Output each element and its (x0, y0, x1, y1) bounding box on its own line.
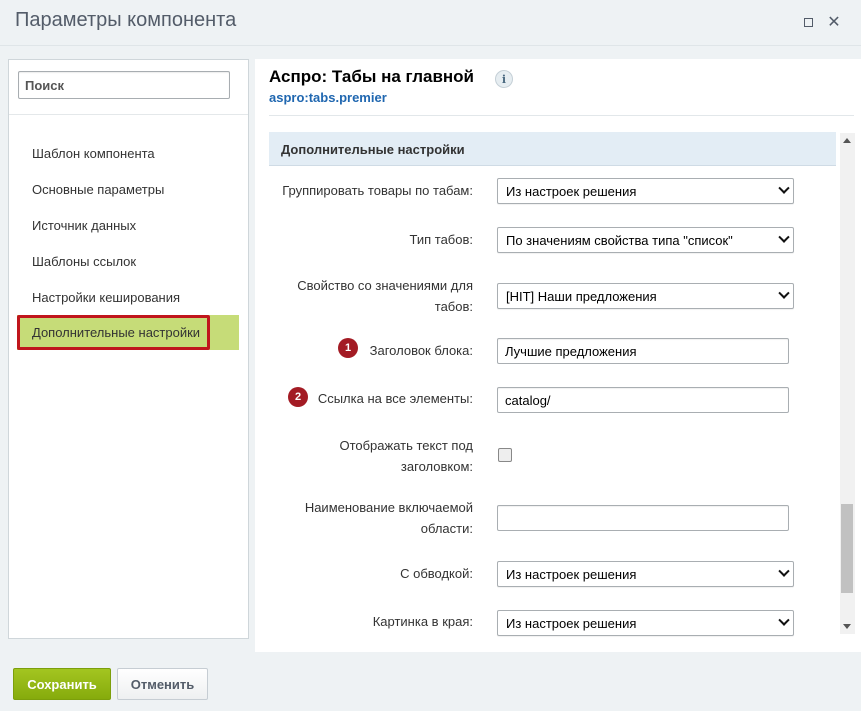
component-code: aspro:tabs.premier (269, 90, 387, 105)
group-by-tabs-select[interactable]: Из настроек решения (497, 178, 794, 204)
border-select[interactable]: Из настроек решения (497, 561, 794, 587)
section-title: Дополнительные настройки (281, 142, 465, 157)
select-value: Из настроек решения (506, 184, 637, 199)
field-label-all-link: Ссылка на все элементы: (317, 391, 473, 406)
field-label-tabs-type: Тип табов: (409, 232, 473, 247)
window-title: Параметры компонента (15, 9, 237, 31)
cancel-button[interactable]: Отменить (117, 668, 208, 700)
divider (269, 115, 854, 116)
chevron-down-icon (778, 565, 790, 577)
field-label-border: С обводкой: (400, 566, 473, 581)
field-label-show-text: Отображать текст под заголовком: (339, 435, 473, 477)
scrollbar[interactable] (840, 133, 855, 634)
include-area-input[interactable] (497, 505, 789, 531)
step-badge-2: 2 (288, 387, 308, 407)
field-label-property: Свойство со значениями для табов: (297, 275, 473, 317)
info-icon[interactable]: i (495, 70, 513, 88)
step-badge-1: 1 (338, 338, 358, 358)
sidebar-item-data-source[interactable]: Источник данных (32, 218, 136, 233)
chevron-down-icon (778, 287, 790, 299)
settings-panel: Аспро: Табы на главной i aspro:tabs.prem… (255, 59, 861, 652)
sidebar-item-template[interactable]: Шаблон компонента (32, 146, 155, 161)
chevron-down-icon (778, 614, 790, 626)
field-label-group-by-tabs: Группировать товары по табам: (282, 183, 473, 198)
footer: Сохранить Отменить (0, 652, 861, 711)
block-title-input[interactable]: Лучшие предложения (497, 338, 789, 364)
scroll-down-arrow-icon[interactable] (843, 624, 851, 629)
field-label-line: Отображать текст под (339, 438, 473, 453)
all-link-input[interactable]: catalog/ (497, 387, 789, 413)
field-label-line: Наименование включаемой (304, 500, 473, 515)
section-header: Дополнительные настройки (269, 132, 836, 166)
field-label-image-edges: Картинка в края: (372, 614, 473, 629)
show-text-checkbox[interactable] (498, 448, 512, 462)
field-label-line: Свойство со значениями для (297, 278, 473, 293)
field-label-block-title: Заголовок блока: (369, 343, 473, 358)
component-title: Аспро: Табы на главной (269, 67, 474, 86)
field-label-include-area: Наименование включаемой области: (305, 497, 473, 539)
field-label-line: области: (420, 521, 473, 536)
image-edges-select[interactable]: Из настроек решения (497, 610, 794, 636)
search-input[interactable] (18, 71, 230, 99)
search-area (9, 60, 248, 115)
field-label-line: заголовком: (400, 459, 473, 474)
sidebar-item-url-templates[interactable]: Шаблоны ссылок (32, 254, 136, 269)
select-value: [HIT] Наши предложения (506, 289, 657, 304)
sidebar-item-caching[interactable]: Настройки кеширования (32, 290, 180, 305)
close-icon[interactable]: ✕ (826, 14, 842, 31)
sidebar-item-main-params[interactable]: Основные параметры (32, 182, 164, 197)
sidebar: Шаблон компонента Основные параметры Ист… (8, 59, 249, 639)
highlight-frame (17, 315, 210, 350)
select-value: Из настроек решения (506, 616, 637, 631)
scroll-thumb[interactable] (841, 504, 853, 593)
title-bar: Параметры компонента ✕ (0, 0, 861, 46)
chevron-down-icon (778, 182, 790, 194)
select-value: По значениям свойства типа "список" (506, 233, 733, 248)
select-value: Из настроек решения (506, 567, 637, 582)
tabs-type-select[interactable]: По значениям свойства типа "список" (497, 227, 794, 253)
chevron-down-icon (778, 231, 790, 243)
maximize-icon[interactable] (800, 14, 816, 30)
property-select[interactable]: [HIT] Наши предложения (497, 283, 794, 309)
save-button[interactable]: Сохранить (13, 668, 111, 700)
scroll-up-arrow-icon[interactable] (843, 138, 851, 143)
field-label-line: табов: (434, 299, 473, 314)
